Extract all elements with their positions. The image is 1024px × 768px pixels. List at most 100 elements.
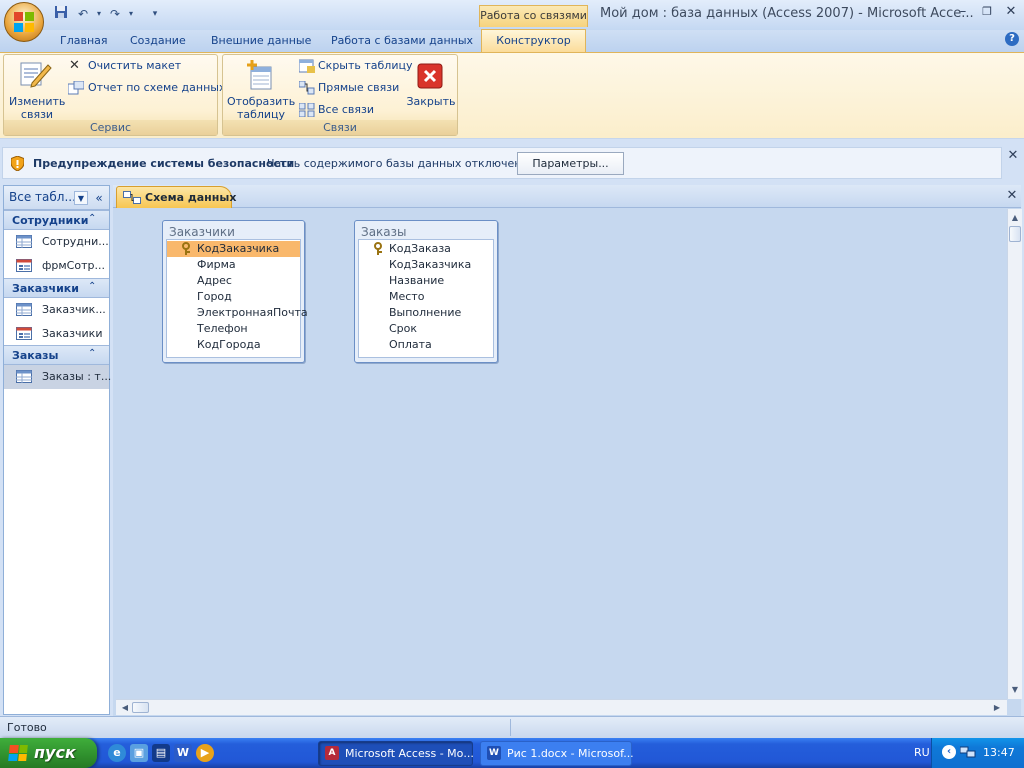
app-icon[interactable]: ▤ — [152, 744, 170, 762]
nav-group-label: Сотрудники — [12, 214, 89, 227]
hide-table-button[interactable]: Скрыть таблицу — [318, 57, 413, 75]
help-icon[interactable]: ? — [1005, 32, 1019, 46]
office-button[interactable] — [4, 2, 44, 42]
language-indicator[interactable]: RU — [914, 746, 930, 759]
table-box-title: Заказы — [361, 225, 407, 239]
nav-item-label: Заказчик... — [42, 303, 106, 316]
save-icon[interactable] — [52, 5, 70, 23]
close-window-icon[interactable]: ✕ — [1000, 4, 1022, 22]
close-relations-icon — [417, 63, 443, 89]
nav-group-orders[interactable]: Заказы ⌃ — [4, 345, 109, 365]
customize-qat-icon[interactable]: ▾ — [146, 5, 164, 23]
scroll-left-icon[interactable]: ◀ — [118, 701, 132, 715]
all-relations-button[interactable]: Все связи — [318, 101, 374, 119]
tab-database-tools[interactable]: Работа с базами данных — [331, 32, 473, 52]
field-row[interactable]: Выполнение — [359, 305, 493, 321]
field-row[interactable]: Срок — [359, 321, 493, 337]
tab-create[interactable]: Создание — [130, 32, 186, 52]
field-row[interactable]: Оплата — [359, 337, 493, 353]
nav-item-employees-form[interactable]: фрмСотр... — [4, 254, 109, 278]
close-security-bar-icon[interactable]: ✕ — [1006, 149, 1020, 163]
document-tab-label: Схема данных — [145, 191, 237, 204]
field-row-pk[interactable]: КодЗаказчика — [167, 241, 300, 257]
network-icon[interactable] — [959, 745, 976, 759]
edit-relations-button[interactable]: Изменить связи — [9, 95, 65, 121]
field-row[interactable]: Адрес — [167, 273, 300, 289]
minimize-icon[interactable]: – — [952, 4, 974, 22]
table-field-list: КодЗаказа КодЗаказчика Название Место Вы… — [358, 239, 494, 358]
field-row[interactable]: Фирма — [167, 257, 300, 273]
start-button[interactable]: пуск — [0, 738, 97, 768]
status-text: Готово — [7, 721, 47, 734]
nav-pane-header[interactable]: Все табл... ▼ « — [4, 186, 109, 210]
nav-group-employees[interactable]: Сотрудники ⌃ — [4, 210, 109, 230]
field-row[interactable]: Телефон — [167, 321, 300, 337]
nav-item-label: Заказчики — [42, 327, 103, 340]
taskbar-item-word[interactable]: W Рис 1.docx - Microsof... — [480, 741, 634, 766]
vertical-scroll-thumb[interactable] — [1009, 226, 1021, 242]
tab-home[interactable]: Главная — [60, 32, 108, 52]
tab-designer[interactable]: Конструктор — [481, 29, 586, 52]
field-name: КодЗаказчика — [197, 242, 280, 255]
scroll-up-icon[interactable]: ▲ — [1008, 211, 1022, 225]
field-name: КодЗаказчика — [389, 258, 472, 271]
clear-layout-icon: ✕ — [69, 58, 80, 73]
field-row-pk[interactable]: КодЗаказа — [359, 241, 493, 257]
show-table-button[interactable]: Отобразить таблицу — [227, 95, 295, 121]
horizontal-scrollbar[interactable]: ◀ ▶ — [116, 699, 1007, 715]
word-icon[interactable]: W — [174, 744, 192, 762]
direct-relations-icon — [298, 80, 315, 95]
security-warning-title: Предупреждение системы безопасности — [33, 157, 295, 170]
field-row[interactable]: Место — [359, 289, 493, 305]
redo-dropdown-icon[interactable]: ▾ — [122, 5, 140, 23]
scroll-right-icon[interactable]: ▶ — [990, 701, 1004, 715]
field-name: Название — [389, 274, 445, 287]
scroll-down-icon[interactable]: ▼ — [1008, 683, 1022, 697]
close-relations-button[interactable]: Закрыть — [405, 95, 457, 108]
tray-expand-icon[interactable]: ‹ — [942, 745, 956, 759]
collapse-pane-icon[interactable]: « — [92, 190, 106, 206]
relationships-icon — [123, 191, 141, 207]
word-doc-icon: W — [487, 746, 501, 760]
table-icon — [16, 370, 32, 386]
restore-icon[interactable]: ❐ — [976, 4, 998, 22]
taskbar-item-label: Microsoft Access - Мо... — [345, 747, 474, 760]
nav-item-employees-table[interactable]: Сотрудни... — [4, 230, 109, 254]
field-row[interactable]: Название — [359, 273, 493, 289]
nav-item-customers-table[interactable]: Заказчик... — [4, 298, 109, 322]
nav-item-label: Заказы : т... — [42, 370, 112, 383]
media-player-icon[interactable]: ▶ — [196, 744, 214, 762]
taskbar-item-access[interactable]: A Microsoft Access - Мо... — [318, 741, 474, 766]
chevron-down-icon[interactable]: ▼ — [74, 191, 88, 205]
field-row[interactable]: КодГорода — [167, 337, 300, 353]
desktop-icon[interactable]: ▣ — [130, 744, 148, 762]
field-name: ЭлектроннаяПочта — [197, 306, 308, 319]
clear-layout-button[interactable]: Очистить макет — [88, 57, 181, 75]
nav-item-orders-table[interactable]: Заказы : т... — [4, 365, 112, 389]
field-name: КодГорода — [197, 338, 261, 351]
horizontal-scroll-thumb[interactable] — [132, 702, 149, 713]
field-row[interactable]: Город — [167, 289, 300, 305]
taskbar-item-label: Рис 1.docx - Microsof... — [507, 747, 634, 760]
nav-group-label: Заказчики — [12, 282, 79, 295]
chevron-up-icon: ⌃ — [88, 213, 97, 224]
table-box-orders[interactable]: Заказы КодЗаказа КодЗаказчика Название М… — [354, 220, 498, 363]
nav-item-customers-form[interactable]: Заказчики — [4, 322, 109, 346]
tab-relationships[interactable]: Схема данных — [116, 186, 236, 208]
navigation-pane: Все табл... ▼ « Сотрудники ⌃ Сотрудни...… — [3, 185, 112, 715]
vertical-scrollbar[interactable]: ▲ ▼ — [1007, 209, 1022, 699]
ribbon-group-relations: Отобразить таблицу Скрыть таблицу Прямые… — [222, 54, 458, 136]
security-options-button[interactable]: Параметры... — [517, 152, 624, 175]
ie-icon[interactable]: e — [108, 744, 126, 762]
tab-external-data[interactable]: Внешние данные — [211, 32, 311, 52]
direct-relations-button[interactable]: Прямые связи — [318, 79, 399, 97]
field-row[interactable]: КодЗаказчика — [359, 257, 493, 273]
nav-group-customers[interactable]: Заказчики ⌃ — [4, 278, 109, 298]
report-button[interactable]: Отчет по схеме данных — [88, 79, 225, 97]
field-name: Телефон — [197, 322, 248, 335]
close-document-icon[interactable]: ✕ — [1005, 188, 1019, 204]
table-field-list: КодЗаказчика Фирма Адрес Город Электронн… — [166, 239, 308, 358]
table-box-customers[interactable]: Заказчики КодЗаказчика Фирма Адрес Город… — [162, 220, 308, 363]
field-row[interactable]: ЭлектроннаяПочта — [167, 305, 308, 321]
nav-group-label: Заказы — [12, 349, 59, 362]
